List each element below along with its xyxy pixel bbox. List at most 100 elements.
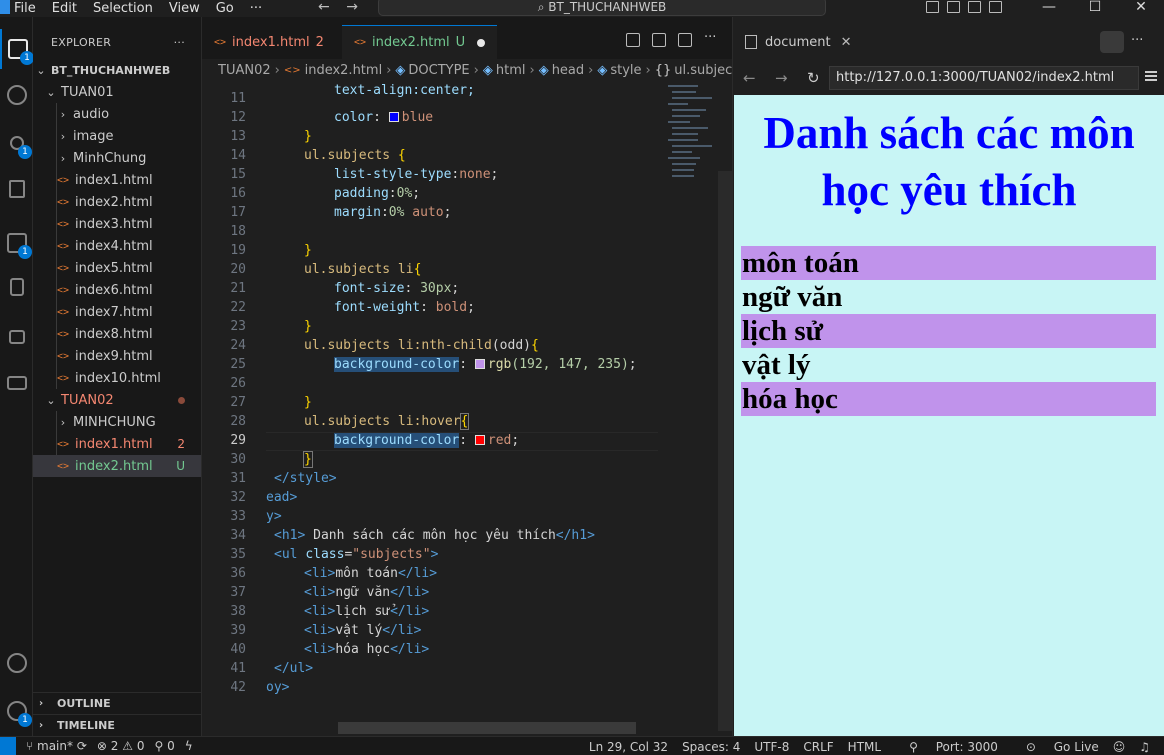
- back-arrow-icon[interactable]: ←: [743, 69, 765, 87]
- explorer-more-button[interactable]: ···: [174, 36, 185, 49]
- file-item[interactable]: <> index1.html: [33, 169, 201, 191]
- menu-go[interactable]: Go: [208, 1, 242, 16]
- encoding[interactable]: UTF-8: [754, 740, 789, 754]
- minimap[interactable]: [658, 81, 722, 191]
- extensions-activity[interactable]: 1: [0, 223, 33, 263]
- tab-index2[interactable]: <> index2.html U: [342, 25, 498, 59]
- tab-index1[interactable]: <> index1.html 2: [202, 27, 336, 57]
- toggle-panel-icon[interactable]: [947, 1, 960, 13]
- notifications-bell-icon[interactable]: ♫: [1139, 740, 1150, 754]
- lock-icon[interactable]: [1100, 31, 1124, 53]
- more-actions-icon[interactable]: ···: [704, 31, 718, 47]
- live-server-port[interactable]: ⚲ Port: 3000: [895, 740, 998, 754]
- unsaved-dot-icon[interactable]: [477, 38, 486, 47]
- file-item[interactable]: <> index6.html: [33, 279, 201, 301]
- menu-view[interactable]: View: [161, 1, 208, 16]
- source-control-activity[interactable]: 1: [0, 123, 33, 163]
- accounts-activity[interactable]: [0, 643, 33, 683]
- toggle-secondary-sidebar-icon[interactable]: [968, 1, 981, 13]
- folder-image[interactable]: › image: [33, 125, 201, 147]
- file-item[interactable]: <> index8.html: [33, 323, 201, 345]
- folder-label: MINHCHUNG: [73, 414, 156, 430]
- list-item[interactable]: lịch sử: [741, 314, 1156, 348]
- forward-arrow-icon[interactable]: →: [775, 69, 797, 87]
- list-item[interactable]: môn toán: [741, 246, 1156, 280]
- file-item-selected[interactable]: <> index2.html U: [33, 455, 201, 477]
- problems-status[interactable]: ⊗ 2 ⚠ 0: [97, 739, 145, 753]
- indentation[interactable]: Spaces: 4: [682, 740, 740, 754]
- outline-section[interactable]: › OUTLINE: [33, 692, 201, 714]
- back-arrow-icon[interactable]: ←: [318, 0, 330, 15]
- file-item[interactable]: <> index3.html: [33, 213, 201, 235]
- breadcrumb-item[interactable]: style: [610, 63, 641, 78]
- toggle-sidebar-icon[interactable]: [926, 1, 939, 13]
- remote-explorer-activity[interactable]: [0, 363, 33, 403]
- list-item[interactable]: hóa học: [741, 382, 1156, 416]
- html-file-icon: <>: [57, 438, 70, 450]
- file-item[interactable]: <> index1.html 2: [33, 433, 201, 455]
- copilot-icon[interactable]: ☺: [1113, 740, 1126, 754]
- close-window-button[interactable]: ✕: [1118, 0, 1164, 14]
- folder-tuan02[interactable]: ⌄ TUAN02: [33, 389, 201, 411]
- folder-audio[interactable]: › audio: [33, 103, 201, 125]
- menu-more[interactable]: ···: [242, 1, 270, 16]
- manage-activity[interactable]: 1: [0, 691, 33, 731]
- split-editor-icon[interactable]: [678, 33, 692, 47]
- code-editor[interactable]: 11 12 13 14 15 16 17 18 19 20 21 22 23 2…: [202, 83, 658, 731]
- breadcrumb-item[interactable]: DOCTYPE: [408, 63, 469, 78]
- search-activity[interactable]: [0, 75, 33, 115]
- ports-status[interactable]: ⚲ 0: [154, 739, 174, 753]
- color-swatch[interactable]: [474, 435, 485, 445]
- open-preview-icon[interactable]: [652, 33, 666, 47]
- folder-tuan01[interactable]: ⌄ TUAN01: [33, 81, 201, 103]
- breadcrumb-item[interactable]: index2.html: [305, 63, 383, 78]
- lightning-icon[interactable]: ϟ: [185, 739, 193, 753]
- language-mode[interactable]: HTML: [848, 740, 881, 754]
- customize-layout-icon[interactable]: [989, 1, 1002, 13]
- list-item[interactable]: ngữ văn: [741, 280, 1156, 314]
- branch-status[interactable]: ⑂ main* ⟳: [26, 739, 87, 753]
- breadcrumb-item[interactable]: ul.subjects: [674, 63, 732, 78]
- minimize-button[interactable]: —: [1026, 0, 1072, 14]
- go-live-button[interactable]: ⊙ Go Live: [1012, 740, 1099, 754]
- horizontal-scrollbar[interactable]: [338, 722, 636, 734]
- breadcrumb-item[interactable]: TUAN02: [218, 63, 271, 78]
- folder-minhchung-tuan02[interactable]: › MINHCHUNG: [33, 411, 201, 433]
- file-item[interactable]: <> index4.html: [33, 235, 201, 257]
- cursor-position[interactable]: Ln 29, Col 32: [589, 740, 668, 754]
- vertical-scrollbar[interactable]: [718, 171, 732, 731]
- maximize-button[interactable]: ☐: [1072, 0, 1118, 14]
- browser-more-button[interactable]: ···: [1131, 33, 1143, 48]
- breadcrumb-item[interactable]: head: [552, 63, 584, 78]
- forward-arrow-icon[interactable]: →: [346, 0, 358, 15]
- tree-root-folder[interactable]: ⌄ BT_THUCHANHWEB: [33, 59, 201, 81]
- file-item[interactable]: <> index9.html: [33, 345, 201, 367]
- remote-indicator[interactable]: [0, 736, 16, 755]
- menu-icon[interactable]: [1145, 71, 1157, 81]
- timeline-section[interactable]: › TIMELINE: [33, 714, 201, 736]
- breadcrumb-item[interactable]: html: [496, 63, 526, 78]
- browser-tab[interactable]: document ✕: [733, 25, 864, 59]
- file-item[interactable]: <> index5.html: [33, 257, 201, 279]
- close-icon[interactable]: ✕: [841, 35, 852, 50]
- url-input[interactable]: http://127.0.0.1:3000/TUAN02/index2.html: [829, 66, 1139, 90]
- file-item[interactable]: <> index10.html: [33, 367, 201, 389]
- file-item[interactable]: <> index2.html: [33, 191, 201, 213]
- live-share-activity[interactable]: [0, 317, 33, 357]
- file-item[interactable]: <> index7.html: [33, 301, 201, 323]
- run-debug-activity[interactable]: [0, 169, 33, 209]
- color-swatch[interactable]: [388, 112, 399, 122]
- color-swatch[interactable]: [474, 359, 485, 369]
- list-item[interactable]: vật lý: [741, 348, 1156, 382]
- command-center-search[interactable]: ⌕ BT_THUCHANHWEB: [378, 0, 826, 16]
- menu-file[interactable]: File: [6, 1, 44, 16]
- compare-changes-icon[interactable]: [626, 33, 640, 47]
- line-number: 40: [230, 642, 246, 657]
- menu-edit[interactable]: Edit: [44, 1, 85, 16]
- folder-minhchung[interactable]: › MinhChung: [33, 147, 201, 169]
- line-endings[interactable]: CRLF: [803, 740, 833, 754]
- explorer-activity[interactable]: 1: [0, 29, 34, 69]
- testing-activity[interactable]: [0, 267, 33, 307]
- reload-icon[interactable]: ↻: [807, 69, 829, 87]
- menu-selection[interactable]: Selection: [85, 1, 161, 16]
